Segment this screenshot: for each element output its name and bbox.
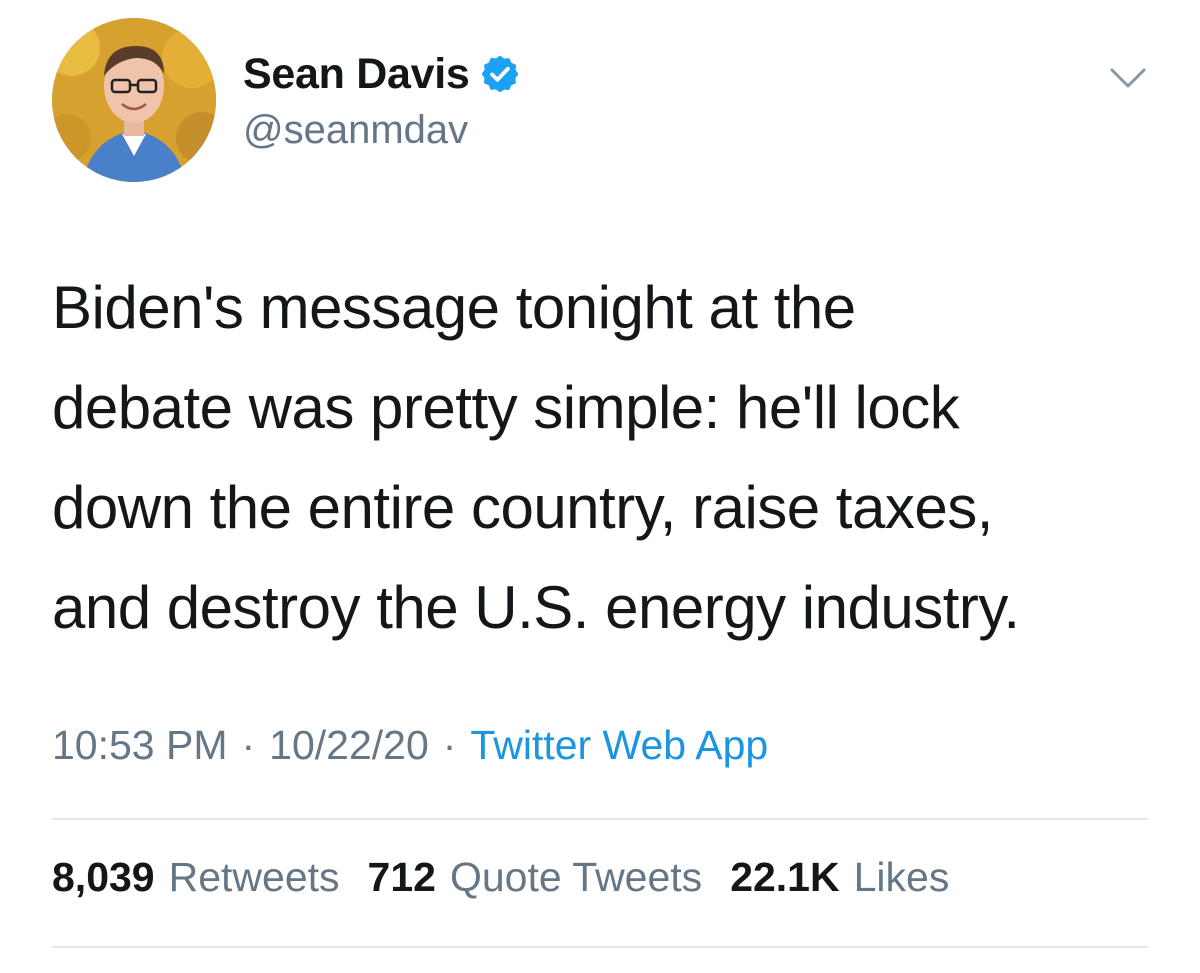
quote-tweets-count: 712 [367, 854, 436, 900]
quote-tweets-label: Quote Tweets [449, 854, 703, 900]
tweet-date[interactable]: 10/22/20 [269, 722, 429, 769]
retweets-count: 8,039 [52, 854, 155, 900]
chevron-down-icon[interactable] [1098, 60, 1158, 96]
tweet-meta: 10:53 PM · 10/22/20 · Twitter Web App [52, 722, 768, 769]
author-handle[interactable]: @seanmdav [243, 108, 468, 153]
tweet-text-line: and destroy the U.S. energy industry. [52, 574, 1020, 641]
meta-separator: · [442, 722, 457, 768]
tweet-source-link[interactable]: Twitter Web App [470, 722, 768, 769]
tweet-stats: 8,039 Retweets 712 Quote Tweets 22.1K Li… [52, 854, 977, 901]
avatar[interactable] [52, 18, 216, 182]
author-name-row[interactable]: Sean Davis [243, 44, 521, 104]
quote-tweets-stat[interactable]: 712 Quote Tweets [368, 854, 703, 901]
verified-badge-icon [479, 53, 521, 95]
tweet-text-line: debate was pretty simple: he'll lock [52, 374, 960, 441]
profile-photo [52, 18, 216, 182]
tweet-text-line: down the entire country, raise taxes, [52, 474, 993, 541]
tweet-time[interactable]: 10:53 PM [52, 722, 228, 769]
divider [52, 946, 1148, 948]
tweet-text: Biden's message tonight at the debate wa… [52, 258, 1162, 658]
tweet-text-line: Biden's message tonight at the [52, 274, 856, 341]
retweets-label: Retweets [168, 854, 340, 900]
author-display-name[interactable]: Sean Davis [243, 50, 470, 99]
meta-separator: · [241, 722, 256, 768]
retweets-stat[interactable]: 8,039 Retweets [52, 854, 340, 901]
likes-label: Likes [853, 854, 950, 900]
likes-count: 22.1K [730, 854, 840, 900]
divider [52, 818, 1148, 820]
likes-stat[interactable]: 22.1K Likes [730, 854, 949, 901]
